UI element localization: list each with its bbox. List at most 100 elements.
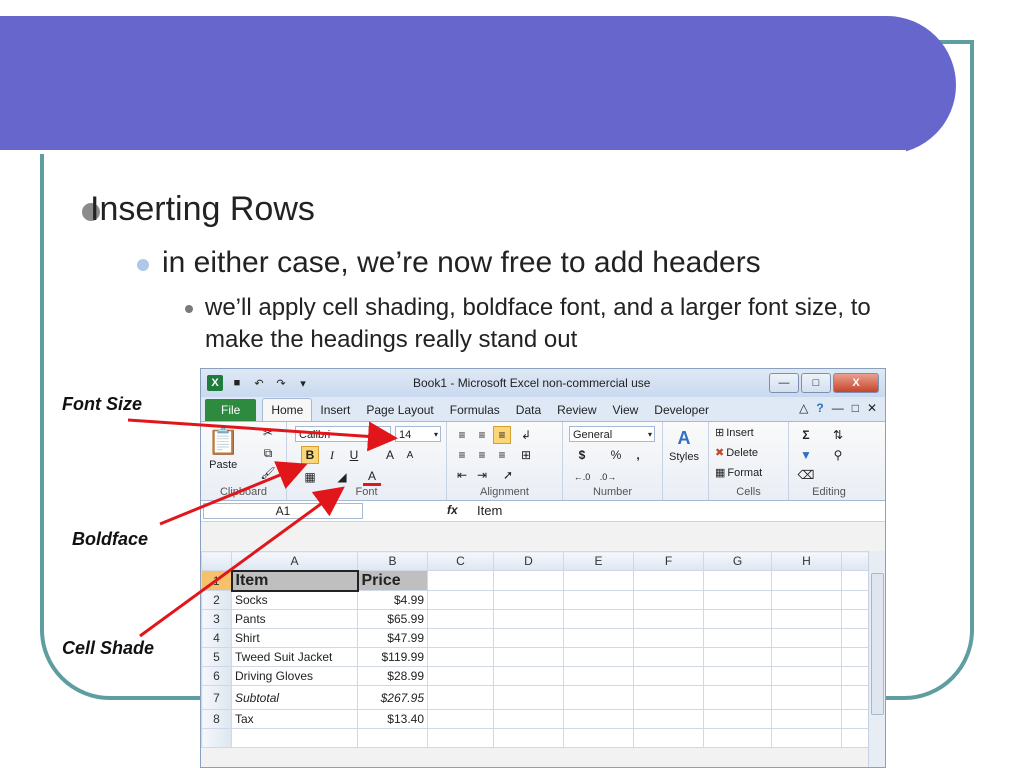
cell-item[interactable]: Pants <box>231 609 358 629</box>
find-select-icon[interactable]: ⚲ <box>829 446 847 464</box>
insert-cells-button[interactable]: ⊞ Insert <box>715 426 754 440</box>
close-button[interactable]: X <box>833 373 879 393</box>
format-painter-icon[interactable]: 🖌 <box>259 464 277 482</box>
row-header[interactable]: 8 <box>201 709 232 729</box>
cell[interactable] <box>633 685 704 710</box>
cell[interactable] <box>493 666 564 686</box>
help-icon[interactable]: ? <box>816 401 823 415</box>
align-right-icon[interactable]: ≡ <box>493 446 511 464</box>
align-center-icon[interactable]: ≡ <box>473 446 491 464</box>
cell[interactable] <box>493 609 564 629</box>
undo-icon[interactable]: ↶ <box>251 375 267 391</box>
cell[interactable] <box>493 628 564 648</box>
column-header-f[interactable]: F <box>633 551 704 571</box>
font-color-button[interactable]: A <box>363 468 381 486</box>
cell[interactable] <box>841 666 870 686</box>
styles-button[interactable]: A Styles <box>669 428 699 463</box>
cell[interactable] <box>841 628 870 648</box>
column-header-a[interactable]: A <box>231 551 358 571</box>
cell[interactable] <box>633 590 704 610</box>
cell[interactable] <box>703 570 772 591</box>
row-header[interactable]: 6 <box>201 666 232 686</box>
tab-developer[interactable]: Developer <box>646 399 717 421</box>
font-name-select[interactable]: Calibri ▾ <box>295 426 391 442</box>
cell[interactable] <box>563 685 634 710</box>
decrease-indent-icon[interactable]: ⇤ <box>453 466 471 484</box>
cell[interactable] <box>427 685 494 710</box>
cell[interactable] <box>841 728 870 748</box>
cell[interactable] <box>771 570 842 591</box>
italic-button[interactable]: I <box>323 446 341 464</box>
copy-icon[interactable]: ⧉ <box>259 444 277 462</box>
cell[interactable] <box>771 647 842 667</box>
sort-filter-icon[interactable]: ⇅ <box>829 426 847 444</box>
cell[interactable] <box>703 709 772 729</box>
select-all-corner[interactable] <box>201 551 232 571</box>
cell[interactable] <box>633 570 704 591</box>
cell-a1[interactable]: Item <box>230 569 359 592</box>
customize-qat-icon[interactable]: ▾ <box>295 375 311 391</box>
cell-item[interactable]: Shirt <box>231 628 358 648</box>
align-left-icon[interactable]: ≡ <box>453 446 471 464</box>
tab-data[interactable]: Data <box>508 399 549 421</box>
name-box[interactable]: A1 <box>203 503 363 519</box>
align-middle-icon[interactable]: ≡ <box>473 426 491 444</box>
cell[interactable] <box>841 647 870 667</box>
cell[interactable] <box>427 628 494 648</box>
cell[interactable] <box>771 728 842 748</box>
align-top-icon[interactable]: ≡ <box>453 426 471 444</box>
format-cells-button[interactable]: ▦ Format <box>715 466 762 480</box>
cell[interactable] <box>703 609 772 629</box>
tab-file[interactable]: File <box>205 399 257 421</box>
cell-item[interactable]: Driving Gloves <box>231 666 358 686</box>
cell[interactable] <box>563 628 634 648</box>
decrease-decimal-icon[interactable]: .0→ <box>599 468 617 486</box>
cell-price[interactable]: $47.99 <box>357 628 428 648</box>
cell[interactable] <box>633 609 704 629</box>
cell[interactable] <box>493 709 564 729</box>
delete-cells-button[interactable]: ✖ Delete <box>715 446 758 460</box>
cell[interactable] <box>493 685 564 710</box>
tab-formulas[interactable]: Formulas <box>442 399 508 421</box>
cell[interactable] <box>841 609 870 629</box>
column-header-b[interactable]: B <box>357 551 428 571</box>
cell[interactable] <box>493 590 564 610</box>
orientation-icon[interactable]: ➚ <box>499 466 517 484</box>
cell[interactable] <box>427 728 494 748</box>
cell[interactable] <box>841 570 870 591</box>
increase-indent-icon[interactable]: ⇥ <box>473 466 491 484</box>
scrollbar-thumb[interactable] <box>871 573 884 715</box>
row-header[interactable]: 4 <box>201 628 232 648</box>
cell[interactable] <box>427 709 494 729</box>
cell[interactable] <box>771 609 842 629</box>
vertical-scrollbar[interactable] <box>868 551 885 767</box>
cell[interactable] <box>427 647 494 667</box>
cell[interactable] <box>771 685 842 710</box>
fill-icon[interactable]: ▼ <box>797 446 815 464</box>
cell[interactable] <box>427 609 494 629</box>
cell[interactable] <box>633 709 704 729</box>
minimize-button[interactable]: — <box>769 373 799 393</box>
clear-icon[interactable]: ⌫ <box>797 466 815 484</box>
column-header-e[interactable]: E <box>563 551 634 571</box>
cell[interactable] <box>841 590 870 610</box>
column-header-d[interactable]: D <box>493 551 564 571</box>
autosum-button[interactable]: Σ <box>797 426 815 444</box>
increase-decimal-icon[interactable]: ←.0 <box>573 468 591 486</box>
workbook-close-icon[interactable]: ✕ <box>867 401 877 415</box>
workbook-minimize-icon[interactable]: — <box>832 401 844 415</box>
cell[interactable] <box>563 728 634 748</box>
cell[interactable] <box>563 609 634 629</box>
cell[interactable] <box>427 570 494 591</box>
align-bottom-icon[interactable]: ≡ <box>493 426 511 444</box>
row-header[interactable]: 7 <box>201 685 232 710</box>
tab-review[interactable]: Review <box>549 399 604 421</box>
underline-button[interactable]: U <box>345 446 363 464</box>
column-header-g[interactable]: G <box>703 551 772 571</box>
shrink-font-button[interactable]: A <box>401 446 419 464</box>
cell[interactable] <box>633 647 704 667</box>
row-header[interactable]: 3 <box>201 609 232 629</box>
cell[interactable] <box>633 728 704 748</box>
paste-button[interactable]: 📋 Paste <box>207 426 239 471</box>
comma-button[interactable]: , <box>629 446 647 464</box>
